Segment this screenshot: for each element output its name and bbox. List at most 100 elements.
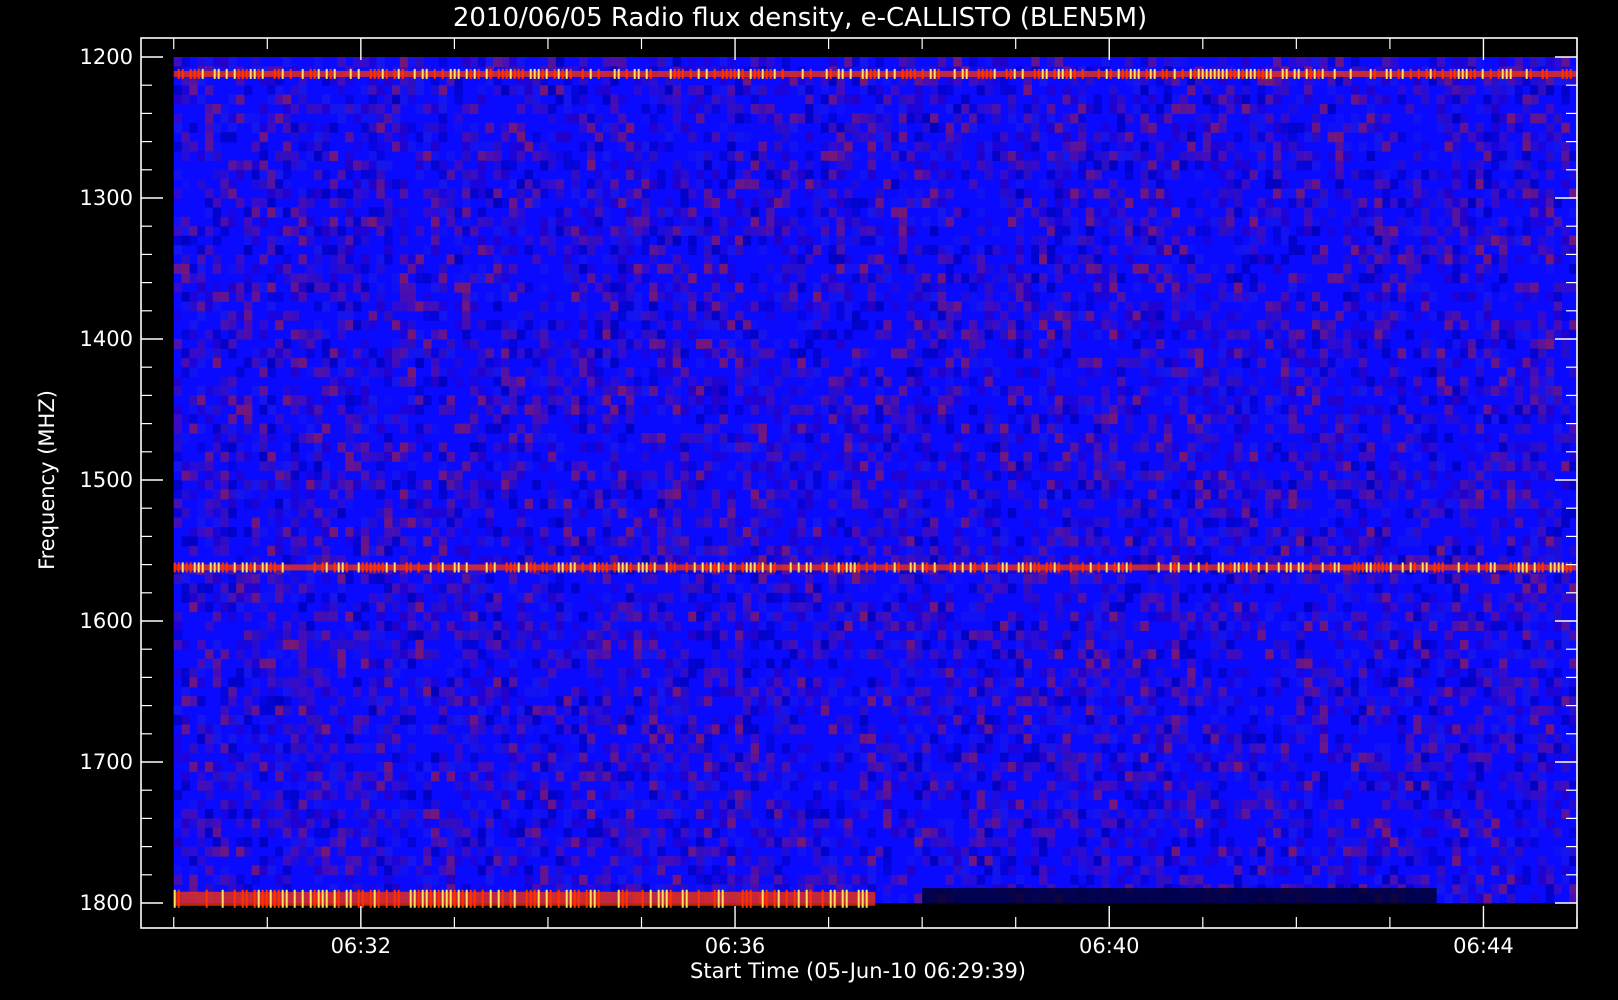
heatmap-cell	[181, 357, 190, 368]
heatmap-cell	[649, 329, 658, 340]
heatmap-cell	[813, 357, 822, 368]
heatmap-cell	[797, 207, 806, 218]
heatmap-cell	[914, 639, 923, 650]
heatmap-cell	[493, 592, 502, 603]
heatmap-cell	[968, 113, 978, 124]
heatmap-cell	[173, 461, 183, 472]
heatmap-cell	[586, 733, 596, 744]
heatmap-cell	[680, 216, 689, 227]
heatmap-cell	[259, 743, 268, 754]
heatmap-cell	[680, 404, 689, 415]
heatmap-cell	[618, 245, 627, 255]
heatmap-cell	[820, 649, 830, 660]
heatmap-cell	[524, 743, 533, 754]
heatmap-cell	[883, 423, 892, 434]
heatmap-cell	[922, 780, 931, 791]
heatmap-cell	[493, 856, 502, 866]
heatmap-cell	[516, 630, 526, 641]
heatmap-cell	[220, 545, 229, 556]
heatmap-cell	[485, 508, 494, 519]
heatmap-cell	[399, 254, 409, 265]
heatmap-cell	[329, 743, 339, 754]
heatmap-cell	[236, 198, 245, 208]
heatmap-cell	[774, 790, 783, 801]
heatmap-cell	[547, 545, 557, 556]
heatmap-cell	[438, 179, 448, 190]
heatmap-cell	[898, 874, 908, 885]
heatmap-cell	[758, 827, 767, 838]
heatmap-cell	[220, 527, 229, 537]
heatmap-cell	[251, 649, 261, 660]
heatmap-cell	[594, 498, 604, 509]
heatmap-cell	[890, 602, 900, 613]
heatmap-cell	[321, 339, 331, 349]
heatmap-cell	[547, 517, 557, 528]
heatmap-cell	[719, 762, 728, 772]
heatmap-cell	[898, 245, 908, 255]
heatmap-cell	[586, 160, 596, 171]
heatmap-cell	[906, 658, 915, 669]
heatmap-cell	[898, 498, 908, 509]
heatmap-cell	[189, 668, 198, 678]
heatmap-cell	[399, 85, 409, 96]
heatmap-cell	[657, 677, 666, 688]
heatmap-cell	[181, 151, 190, 161]
heatmap-cell	[360, 235, 370, 246]
heatmap-cell	[719, 254, 728, 265]
heatmap-cell	[820, 846, 830, 857]
heatmap-cell	[703, 235, 713, 246]
heatmap-cell	[181, 94, 190, 105]
heatmap-cell	[392, 376, 401, 387]
heatmap-cell	[368, 856, 378, 866]
heatmap-cell	[906, 57, 915, 67]
heatmap-cell	[750, 395, 760, 406]
heatmap-cell	[906, 545, 915, 556]
heatmap-cell	[485, 423, 494, 434]
heatmap-cell	[532, 151, 541, 161]
heatmap-cell	[540, 752, 549, 763]
heatmap-cell	[797, 282, 806, 293]
heatmap-cell	[766, 386, 775, 396]
heatmap-cell	[594, 649, 604, 660]
heatmap-cell	[672, 762, 682, 772]
heatmap-cell	[906, 583, 915, 594]
heatmap-cell	[789, 536, 799, 547]
heatmap-cell	[259, 809, 268, 819]
heatmap-cell	[813, 216, 822, 227]
heatmap-cell	[719, 602, 728, 613]
heatmap-cell	[719, 686, 728, 697]
heatmap-cell	[914, 508, 923, 519]
heatmap-cell	[906, 668, 915, 678]
heatmap-cell	[392, 583, 401, 594]
heatmap-cell	[610, 357, 619, 368]
heatmap-cell	[251, 113, 261, 124]
heatmap-cell	[298, 602, 307, 613]
heatmap-cell	[844, 122, 853, 133]
heatmap-cell	[898, 762, 908, 772]
heatmap-cell	[735, 752, 744, 763]
heatmap-cell	[220, 104, 229, 114]
heatmap-cell	[875, 85, 884, 96]
heatmap-cell	[275, 94, 284, 105]
heatmap-cell	[657, 122, 666, 133]
heatmap-cell	[298, 827, 307, 838]
heatmap-cell	[836, 677, 845, 688]
heatmap-cell	[758, 856, 767, 866]
heatmap-cell	[571, 658, 580, 669]
heatmap-cell	[579, 809, 588, 819]
heatmap-cell	[735, 179, 744, 190]
heatmap-cell	[859, 273, 869, 284]
heatmap-cell	[898, 818, 908, 829]
heatmap-cell	[259, 169, 268, 180]
heatmap-cell	[664, 799, 674, 810]
heatmap-cell	[680, 752, 689, 763]
heatmap-cell	[532, 395, 541, 406]
heatmap-cell	[898, 141, 908, 152]
heatmap-cell	[477, 141, 487, 152]
heatmap-cell	[797, 602, 806, 613]
heatmap-cell	[844, 827, 853, 838]
heatmap-cell	[282, 480, 292, 490]
heatmap-cell	[228, 414, 237, 425]
heatmap-cell	[890, 668, 900, 678]
heatmap-cell	[781, 743, 791, 754]
